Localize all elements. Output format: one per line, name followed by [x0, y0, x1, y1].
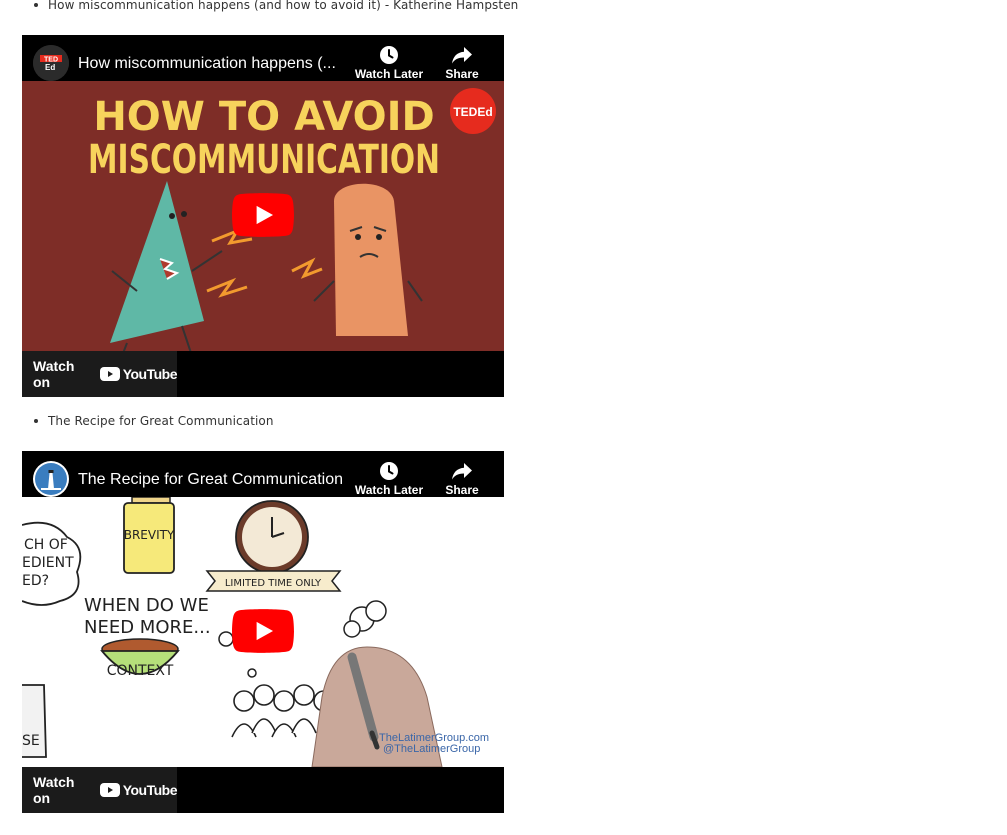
site-handle-text: @TheLatimerGroup — [383, 743, 480, 755]
youtube-wordmark: YouTube — [122, 366, 178, 382]
svg-text:TEDEd: TEDEd — [453, 105, 492, 119]
jar-icon: SE — [22, 684, 47, 758]
lighthouse-logo-icon — [33, 461, 69, 497]
share-arrow-icon — [452, 463, 472, 480]
ted-ed-logo-icon: TED Ed — [33, 45, 69, 81]
bullet-dot — [34, 2, 38, 7]
wall-clock-icon — [235, 500, 309, 574]
svg-text:Ed: Ed — [45, 63, 55, 72]
youtube-logo: YouTube — [99, 366, 178, 382]
share-label: Share — [445, 67, 479, 81]
share-button[interactable]: Share — [422, 45, 502, 81]
share-label: Share — [445, 483, 479, 497]
clock-icon — [380, 46, 398, 64]
limited-time-ribbon-icon: LIMITED TIME ONLY — [205, 570, 342, 592]
video-link-title: The Recipe for Great Communication — [48, 414, 274, 428]
svg-text:CONTEXT: CONTEXT — [107, 663, 174, 679]
video-top-bar: The Recipe for Great Communication Watch… — [22, 451, 504, 497]
play-button-icon[interactable] — [232, 609, 294, 653]
channel-avatar[interactable]: TED Ed — [33, 45, 69, 81]
watch-later-button[interactable]: Watch Later — [349, 45, 429, 81]
svg-text:ED?: ED? — [22, 573, 49, 589]
list-item: The Recipe for Great Communication — [34, 414, 274, 428]
thumbnail-text-when-line1: WHEN DO WE — [84, 595, 209, 616]
play-button-icon[interactable] — [232, 193, 294, 237]
channel-avatar[interactable] — [33, 461, 69, 497]
list-item: How miscommunication happens (and how to… — [34, 0, 518, 12]
video-top-bar: TED Ed How miscommunication happens (...… — [22, 35, 504, 81]
video-title[interactable]: The Recipe for Great Communication — [78, 471, 343, 489]
youtube-logo: YouTube — [99, 782, 178, 798]
svg-text:EDIENT: EDIENT — [22, 555, 74, 571]
context-bowl-icon: CONTEXT — [100, 638, 180, 679]
video-link-title: How miscommunication happens (and how to… — [48, 0, 519, 12]
watch-on-label: Watch on — [33, 358, 75, 390]
share-button[interactable]: Share — [422, 461, 502, 497]
thumbnail-headline-line1: HOW TO AVOID — [93, 94, 434, 140]
ted-ed-corner-badge-icon: TEDEd — [450, 88, 496, 134]
svg-text:BREVITY: BREVITY — [124, 528, 175, 542]
thumbnail-text-when-line2: NEED MORE... — [84, 617, 211, 638]
watch-on-label: Watch on — [33, 774, 75, 806]
youtube-embed-1[interactable]: TED Ed How miscommunication happens (...… — [22, 35, 504, 397]
bullet-dot — [34, 418, 38, 423]
watch-later-label: Watch Later — [354, 483, 424, 497]
svg-text:SE: SE — [22, 733, 40, 749]
watch-later-label: Watch Later — [354, 67, 424, 81]
share-arrow-icon — [452, 47, 472, 64]
brevity-jar-icon: BREVITY — [123, 497, 175, 574]
video-title[interactable]: How miscommunication happens (... — [78, 55, 336, 73]
watch-on-youtube-button[interactable]: Watch on YouTube — [22, 767, 178, 813]
youtube-logo-icon — [99, 783, 120, 797]
svg-text:CH OF: CH OF — [24, 537, 68, 553]
svg-text:LIMITED TIME ONLY: LIMITED TIME ONLY — [225, 578, 322, 589]
youtube-wordmark: YouTube — [122, 782, 178, 798]
youtube-embed-2[interactable]: The Recipe for Great Communication Watch… — [22, 451, 504, 813]
thumbnail-headline-line2: MISCOMMUNICATION — [88, 137, 440, 183]
youtube-logo-icon — [99, 367, 120, 381]
watch-on-youtube-button[interactable]: Watch on YouTube — [22, 351, 178, 397]
clock-icon — [380, 462, 398, 480]
watch-later-button[interactable]: Watch Later — [349, 461, 429, 497]
